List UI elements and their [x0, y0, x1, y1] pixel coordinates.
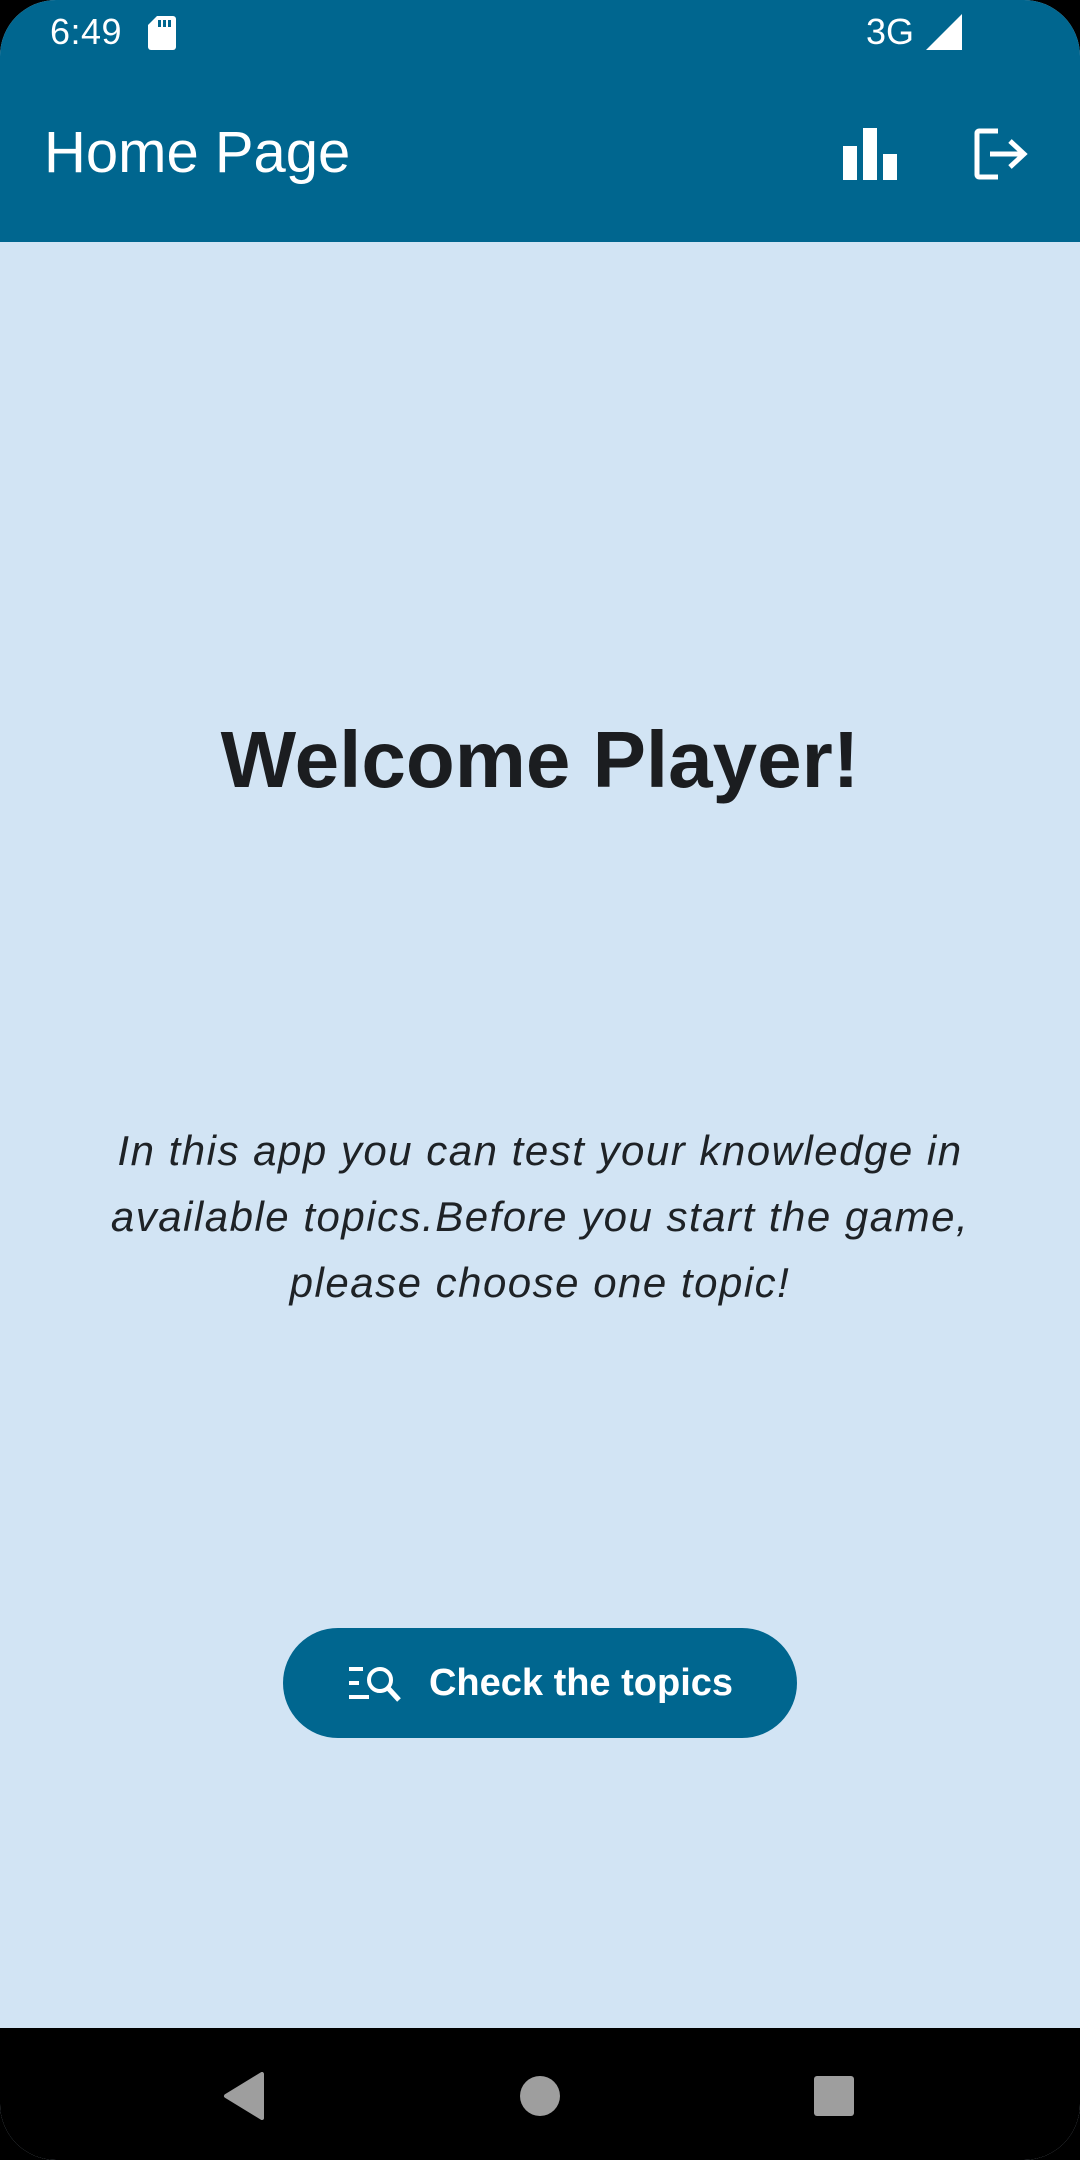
page-title: Home Page	[44, 120, 351, 185]
logout-icon	[974, 128, 1028, 180]
back-icon	[224, 2072, 264, 2120]
status-bar: 6:49 3G	[0, 0, 1080, 64]
nav-back-button[interactable]	[204, 2056, 284, 2136]
status-time: 6:49	[50, 11, 123, 52]
statistics-button[interactable]	[833, 116, 909, 192]
sd-card-icon	[148, 16, 176, 50]
home-icon	[520, 2076, 560, 2116]
list-search-icon	[348, 1667, 401, 1702]
main-content: Welcome Player! In this app you can test…	[0, 242, 1080, 2028]
logout-button[interactable]	[964, 116, 1040, 192]
network-type: 3G	[866, 11, 915, 52]
check-topics-label: Check the topics	[428, 1661, 734, 1704]
bar-chart-icon	[843, 128, 897, 180]
nav-recents-button[interactable]	[794, 2056, 874, 2136]
check-topics-button[interactable]: Check the topics	[283, 1628, 797, 1738]
system-nav-bar	[0, 2028, 1080, 2160]
recents-icon	[814, 2076, 854, 2116]
phone-screen: 6:49 3G Home Page Welcome Player! In thi…	[0, 0, 1080, 2160]
intro-text: In this app you can test your knowledge …	[110, 1127, 970, 1306]
nav-home-button[interactable]	[500, 2056, 580, 2136]
app-bar: Home Page	[0, 64, 1080, 242]
signal-icon	[926, 14, 962, 50]
welcome-title: Welcome Player!	[220, 715, 860, 804]
